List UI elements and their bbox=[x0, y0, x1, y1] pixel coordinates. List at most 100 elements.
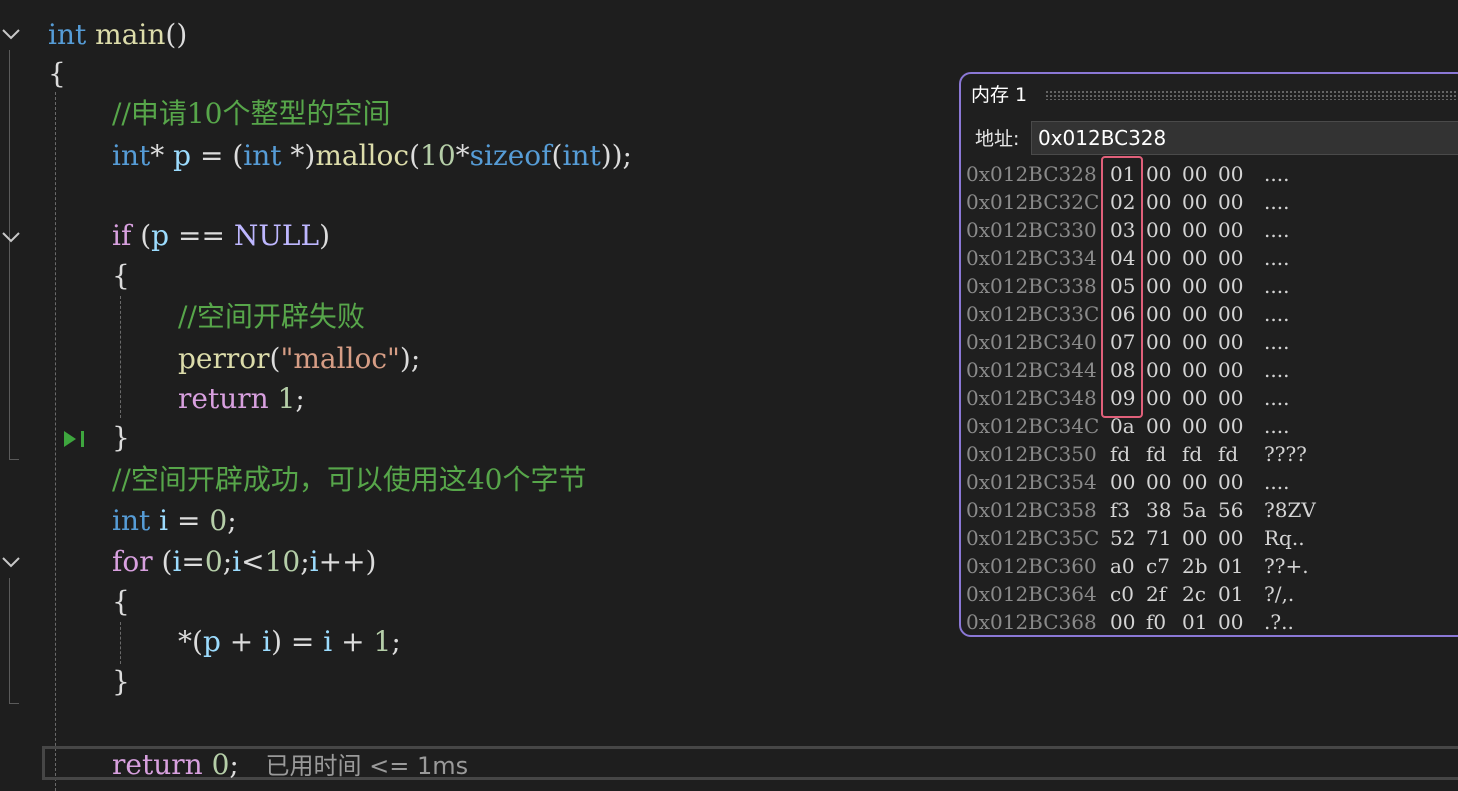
memory-row-ascii: .... bbox=[1264, 358, 1290, 382]
memory-byte[interactable]: 00 bbox=[1146, 384, 1171, 412]
memory-window-drag-grip[interactable] bbox=[1045, 90, 1458, 100]
memory-byte[interactable]: 00 bbox=[1146, 188, 1171, 216]
memory-byte[interactable]: 2f bbox=[1146, 580, 1166, 608]
collapse-for-icon[interactable] bbox=[2, 556, 20, 568]
memory-row-ascii: .... bbox=[1264, 386, 1290, 410]
memory-row-ascii: .... bbox=[1264, 246, 1290, 270]
memory-byte[interactable]: 00 bbox=[1182, 300, 1207, 328]
memory-byte[interactable]: fd bbox=[1182, 440, 1202, 468]
memory-byte[interactable]: 52 bbox=[1110, 524, 1135, 552]
memory-byte[interactable]: fd bbox=[1146, 440, 1166, 468]
memory-byte[interactable]: 00 bbox=[1146, 300, 1171, 328]
memory-byte[interactable]: c7 bbox=[1146, 552, 1170, 580]
memory-byte[interactable]: 00 bbox=[1146, 272, 1171, 300]
memory-row-ascii: .... bbox=[1264, 302, 1290, 326]
memory-byte[interactable]: 5a bbox=[1182, 496, 1207, 524]
memory-row-address: 0x012BC358 bbox=[966, 498, 1097, 522]
memory-byte[interactable]: 00 bbox=[1218, 160, 1243, 188]
code-comment-allocate: //申请10个整型的空间 bbox=[112, 97, 391, 130]
memory-byte[interactable]: 00 bbox=[1110, 468, 1135, 496]
memory-byte[interactable]: 00 bbox=[1182, 216, 1207, 244]
memory-byte[interactable]: 01 bbox=[1218, 580, 1243, 608]
memory-byte[interactable]: 00 bbox=[1218, 188, 1243, 216]
memory-byte[interactable]: 2b bbox=[1182, 552, 1208, 580]
memory-byte[interactable]: 00 bbox=[1182, 384, 1207, 412]
memory-byte[interactable]: fd bbox=[1218, 440, 1238, 468]
memory-byte[interactable]: 2c bbox=[1182, 580, 1206, 608]
memory-byte[interactable]: 56 bbox=[1218, 496, 1243, 524]
memory-byte[interactable]: 00 bbox=[1182, 160, 1207, 188]
address-input[interactable] bbox=[1031, 121, 1458, 155]
indent-guide-if bbox=[120, 296, 121, 418]
memory-row-address: 0x012BC340 bbox=[966, 330, 1097, 354]
memory-window-title[interactable]: 内存 1 bbox=[971, 80, 1027, 110]
memory-byte[interactable]: a0 bbox=[1110, 552, 1135, 580]
memory-byte[interactable]: 00 bbox=[1182, 272, 1207, 300]
collapse-main-icon[interactable] bbox=[2, 28, 20, 40]
memory-byte[interactable]: 00 bbox=[1146, 468, 1171, 496]
gutter bbox=[0, 0, 44, 791]
memory-row-ascii: ?/,. bbox=[1264, 582, 1295, 606]
code-line-brace-open-main: { bbox=[48, 57, 66, 90]
memory-byte[interactable]: 00 bbox=[1182, 524, 1207, 552]
memory-byte[interactable]: 00 bbox=[1218, 272, 1243, 300]
memory-byte[interactable]: 00 bbox=[1218, 216, 1243, 244]
elapsed-time-hint: 已用时间 <= 1ms bbox=[265, 752, 469, 780]
memory-row-ascii: .... bbox=[1264, 190, 1290, 214]
memory-byte[interactable]: f0 bbox=[1146, 608, 1166, 635]
memory-byte[interactable]: 00 bbox=[1146, 160, 1171, 188]
code-line-return-0: return 0; 已用时间 <= 1ms bbox=[112, 748, 469, 781]
memory-byte[interactable]: 00 bbox=[1182, 468, 1207, 496]
code-comment-fail: //空间开辟失败 bbox=[178, 300, 365, 333]
code-line-return-1: return 1; bbox=[178, 382, 305, 415]
memory-row-ascii: .... bbox=[1264, 218, 1290, 242]
memory-byte[interactable]: 00 bbox=[1146, 356, 1171, 384]
memory-row-ascii: ???? bbox=[1264, 442, 1307, 466]
address-label: 地址: bbox=[975, 128, 1020, 150]
indent-guide-for bbox=[120, 622, 121, 664]
collapse-if-icon[interactable] bbox=[2, 231, 20, 243]
memory-byte[interactable]: 01 bbox=[1218, 552, 1243, 580]
code-line-main-signature: int main() bbox=[48, 18, 188, 51]
memory-row-address: 0x012BC34C bbox=[966, 414, 1100, 438]
memory-byte[interactable]: c0 bbox=[1110, 580, 1134, 608]
memory-byte[interactable]: 00 bbox=[1218, 328, 1243, 356]
memory-byte[interactable]: 00 bbox=[1218, 356, 1243, 384]
memory-row-ascii: .... bbox=[1264, 162, 1290, 186]
memory-byte[interactable]: f3 bbox=[1110, 496, 1130, 524]
memory-row-address: 0x012BC364 bbox=[966, 582, 1097, 606]
memory-byte[interactable]: 71 bbox=[1146, 524, 1171, 552]
code-line-brace-open-if: { bbox=[112, 259, 130, 292]
memory-byte[interactable]: 00 bbox=[1182, 188, 1207, 216]
code-line-for: for (i=0;i<10;i++) bbox=[112, 545, 377, 578]
memory-byte[interactable]: 38 bbox=[1146, 496, 1171, 524]
memory-byte[interactable]: 00 bbox=[1182, 356, 1207, 384]
memory-row-ascii: ?8ZV bbox=[1264, 498, 1316, 522]
step-over-arrow-icon[interactable] bbox=[62, 428, 90, 454]
memory-byte[interactable]: 00 bbox=[1218, 524, 1243, 552]
memory-row-address: 0x012BC350 bbox=[966, 442, 1097, 466]
memory-byte[interactable]: 00 bbox=[1146, 244, 1171, 272]
memory-byte[interactable]: 01 bbox=[1182, 608, 1207, 635]
memory-byte[interactable]: 00 bbox=[1146, 328, 1171, 356]
memory-byte[interactable]: 00 bbox=[1110, 608, 1135, 635]
memory-byte[interactable]: 00 bbox=[1182, 244, 1207, 272]
memory-byte[interactable]: 00 bbox=[1218, 300, 1243, 328]
memory-row-ascii: .... bbox=[1264, 274, 1290, 298]
memory-byte[interactable]: 00 bbox=[1182, 412, 1207, 440]
memory-byte[interactable]: 00 bbox=[1182, 328, 1207, 356]
memory-byte[interactable]: 00 bbox=[1218, 384, 1243, 412]
memory-byte[interactable]: fd bbox=[1110, 440, 1130, 468]
memory-byte[interactable]: 00 bbox=[1218, 244, 1243, 272]
memory-byte[interactable]: 00 bbox=[1218, 468, 1243, 496]
memory-byte[interactable]: 00 bbox=[1218, 412, 1243, 440]
code-line-assign: *(p + i) = i + 1; bbox=[178, 625, 401, 658]
memory-byte[interactable]: 00 bbox=[1218, 608, 1243, 635]
memory-row-address: 0x012BC33C bbox=[966, 302, 1100, 326]
code-line-brace-close-if: } bbox=[112, 421, 130, 454]
memory-row-ascii: .... bbox=[1264, 470, 1290, 494]
memory-byte[interactable]: 00 bbox=[1146, 216, 1171, 244]
memory-byte[interactable]: 00 bbox=[1146, 412, 1171, 440]
memory-row-address: 0x012BC330 bbox=[966, 218, 1097, 242]
memory-window[interactable]: 内存 1 地址: 0x012BC32801000000....0x012BC32… bbox=[959, 72, 1458, 637]
